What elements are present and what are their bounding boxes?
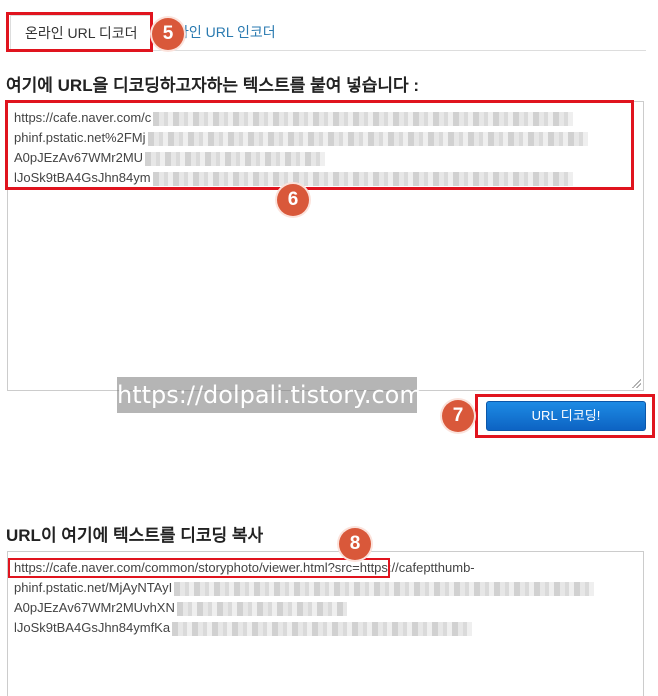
step-badge-5: 5 (152, 18, 184, 50)
resize-handle[interactable] (631, 378, 641, 388)
step-badge-8: 8 (339, 528, 371, 560)
highlight-input-text (5, 100, 634, 190)
highlight-decoder-tab (6, 12, 153, 52)
highlight-output-url (8, 558, 390, 578)
output-line: A0pJEzAv67WMr2MUvhXN (14, 598, 637, 618)
redacted-text (174, 581, 595, 596)
redacted-text (172, 621, 473, 636)
watermark: https://dolpali.tistory.com (117, 377, 423, 413)
output-heading: URL이 여기에 텍스트를 디코딩 복사 (6, 526, 264, 545)
redacted-text (176, 601, 347, 616)
url-decode-button[interactable]: URL 디코딩! (486, 401, 646, 431)
step-badge-6: 6 (277, 184, 309, 216)
output-line: lJoSk9tBA4GsJhn84ymfKa (14, 618, 637, 638)
input-heading: 여기에 URL을 디코딩하고자하는 텍스트를 붙여 넣습니다 : (6, 76, 420, 95)
output-line: phinf.pstatic.net/MjAyNTAyI (14, 578, 637, 598)
tab-url-encoder[interactable]: 라인 URL 인코더 (176, 15, 276, 49)
step-badge-7: 7 (442, 400, 474, 432)
